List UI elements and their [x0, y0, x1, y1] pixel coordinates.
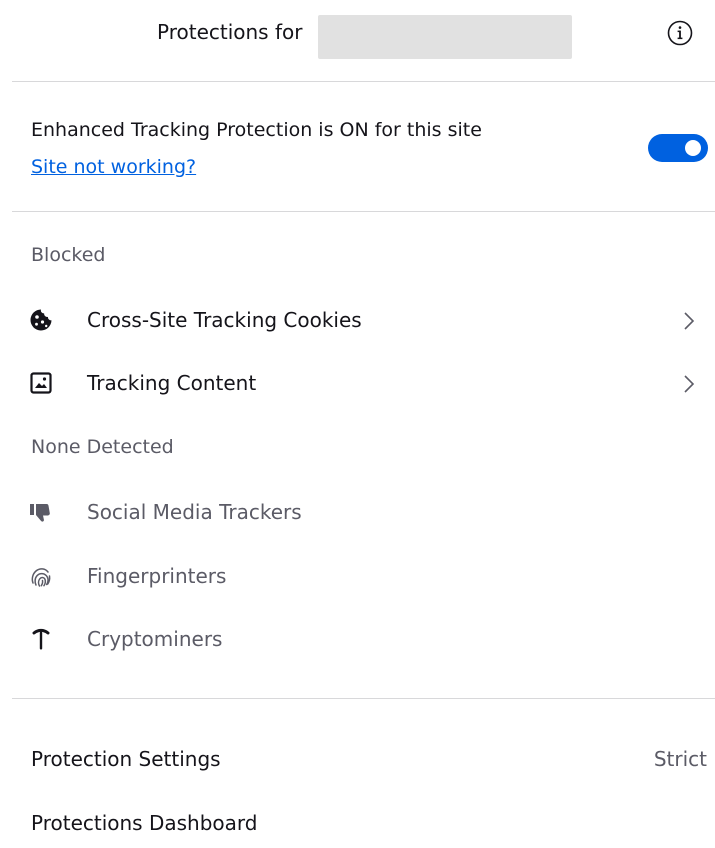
protection-settings-label: Protection Settings [31, 747, 221, 771]
protection-settings-row[interactable]: Protection Settings Strict [0, 734, 715, 784]
thumbs-down-icon [28, 499, 54, 525]
tracker-label: Social Media Trackers [87, 500, 302, 524]
panel-header: Protections for [0, 0, 715, 80]
etp-status-text: Enhanced Tracking Protection is ON for t… [31, 119, 482, 141]
tracker-row-fingerprinters: Fingerprinters [0, 549, 715, 603]
site-not-working-link[interactable]: Site not working? [31, 154, 196, 180]
toggle-knob [685, 140, 701, 156]
protections-dashboard-row[interactable]: Protections Dashboard [0, 798, 715, 848]
info-icon[interactable] [665, 18, 695, 48]
chevron-right-icon [682, 310, 696, 332]
protection-level-value: Strict [653, 747, 707, 771]
pickaxe-icon [28, 626, 54, 652]
fingerprint-icon [28, 563, 54, 589]
etp-toggle[interactable] [648, 134, 708, 162]
tracker-row-tracking-content[interactable]: Tracking Content [0, 356, 715, 410]
divider [12, 698, 715, 699]
tracker-row-cryptominers: Cryptominers [0, 612, 715, 666]
divider [12, 211, 715, 212]
divider [12, 81, 715, 82]
tracker-label: Tracking Content [87, 371, 257, 395]
chevron-right-icon [682, 373, 696, 395]
panel-title: Protections for [157, 20, 303, 44]
tracker-row-social-media: Social Media Trackers [0, 485, 715, 539]
tracker-label: Cross-Site Tracking Cookies [87, 308, 362, 332]
cookie-icon [28, 307, 54, 333]
image-icon [28, 370, 54, 396]
tracker-row-cross-site-cookies[interactable]: Cross-Site Tracking Cookies [0, 293, 715, 347]
protections-dashboard-label: Protections Dashboard [31, 811, 258, 835]
blocked-heading: Blocked [31, 244, 106, 266]
tracker-label: Fingerprinters [87, 564, 227, 588]
site-host-redacted [318, 15, 572, 59]
tracker-label: Cryptominers [87, 627, 223, 651]
none-detected-heading: None Detected [31, 436, 174, 458]
